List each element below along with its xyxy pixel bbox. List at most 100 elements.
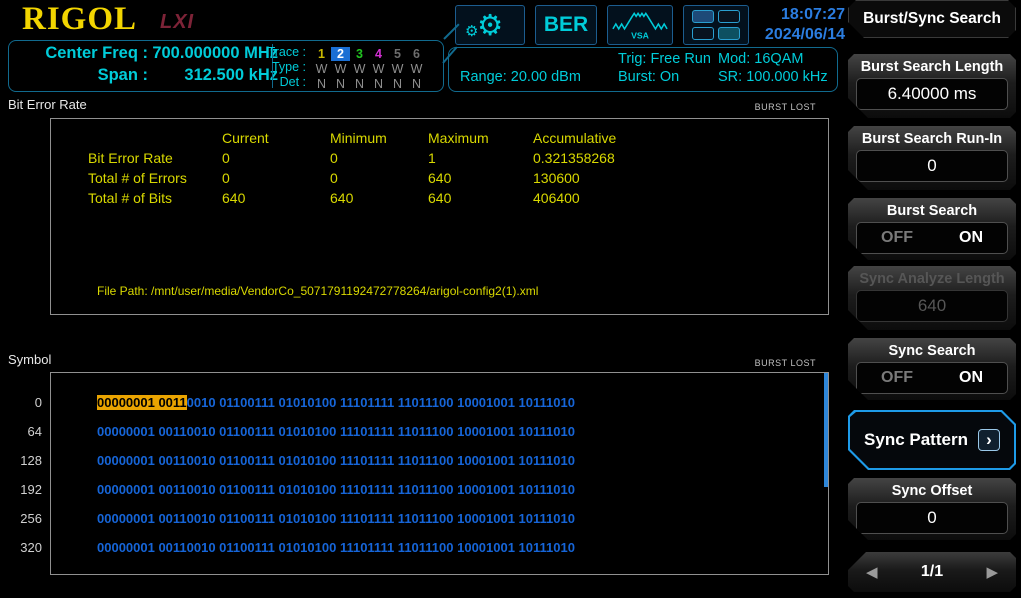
sync-analyze-length-value: 640 bbox=[856, 290, 1008, 322]
type-6: W bbox=[410, 62, 423, 76]
trace-dets: NNNNNN bbox=[312, 75, 426, 93]
system-settings-button[interactable]: ⚙ ⚙ bbox=[455, 5, 525, 45]
symbol-row: 00000001 00110010 01100111 01010100 1110… bbox=[97, 453, 575, 468]
sync-analyze-length-button: Sync Analyze Length 640 bbox=[848, 266, 1016, 330]
symbol-row: 00000001 00110010 01100111 01010100 1110… bbox=[97, 540, 575, 555]
date: 2024/06/14 bbox=[764, 26, 845, 43]
vsa-waveform-icon: VSA bbox=[612, 12, 668, 41]
menu-page-nav: ◀ 1/1 ▶ bbox=[848, 552, 1016, 592]
det-3: N bbox=[354, 77, 365, 91]
trace-label: Trace : bbox=[267, 45, 306, 59]
type-5: W bbox=[391, 62, 404, 76]
ber-col-maximum: Maximum bbox=[428, 130, 489, 146]
type-3: W bbox=[353, 62, 366, 76]
trace-6: 6 bbox=[413, 47, 420, 61]
type-4: W bbox=[372, 62, 385, 76]
ber-col-minimum: Minimum bbox=[330, 130, 387, 146]
burst-search-toggle-button[interactable]: Burst Search OFF ON bbox=[848, 198, 1016, 260]
sync-offset-label: Sync Offset bbox=[891, 483, 973, 499]
type-1: W bbox=[315, 62, 328, 76]
softkey-menu: Burst/Sync Search Burst Search Length 6.… bbox=[846, 0, 1021, 598]
det-1: N bbox=[316, 77, 327, 91]
symbol-scrollbar-thumb[interactable] bbox=[824, 373, 828, 487]
vsa-label: VSA bbox=[631, 31, 650, 41]
vsa-mode-button[interactable]: VSA bbox=[607, 5, 673, 45]
sync-offset-value: 0 bbox=[856, 502, 1008, 534]
trace-1: 1 bbox=[318, 47, 325, 61]
symbol-burst-lost-status: BURST LOST bbox=[754, 358, 816, 368]
sync-pattern-label: Sync Pattern bbox=[864, 430, 968, 449]
det-label: Det : bbox=[279, 75, 306, 89]
ber-value: 406400 bbox=[533, 190, 580, 206]
ber-value: 0.321358268 bbox=[533, 150, 615, 166]
ber-row-label: Total # of Bits bbox=[88, 190, 173, 206]
sync-analyze-length-label: Sync Analyze Length bbox=[859, 271, 1005, 287]
page-next-icon[interactable]: ▶ bbox=[986, 563, 998, 581]
symbol-bits: 0010 01100111 01010100 11101111 11011100… bbox=[186, 395, 575, 410]
windows-icon bbox=[692, 10, 740, 40]
type-2: W bbox=[334, 62, 347, 76]
symbol-row: 00000001 00110010 01100111 01010100 1110… bbox=[97, 424, 575, 439]
sync-search-on: ON bbox=[959, 369, 983, 386]
symbol-section-title: Symbol bbox=[8, 352, 52, 367]
ber-section-title: Bit Error Rate bbox=[8, 97, 87, 112]
clock: 18:07:27 2024/06/14 bbox=[742, 5, 845, 45]
ber-row-label: Total # of Errors bbox=[88, 170, 187, 186]
trace-4: 4 bbox=[375, 47, 382, 61]
page-indicator: 1/1 bbox=[920, 563, 944, 580]
mod-readout: Mod: 16QAM bbox=[718, 51, 804, 67]
sync-offset-button[interactable]: Sync Offset 0 bbox=[848, 478, 1016, 540]
ber-value: 640 bbox=[428, 170, 452, 186]
gear-small-icon: ⚙ bbox=[465, 22, 479, 40]
sync-search-toggle-button[interactable]: Sync Search OFF ON bbox=[848, 338, 1016, 400]
symbol-index: 192 bbox=[20, 482, 42, 497]
center-freq-label: Center Freq : bbox=[45, 44, 148, 62]
time: 18:07:27 bbox=[780, 6, 845, 23]
ber-value: 0 bbox=[222, 170, 230, 186]
trig-readout: Trig: Free Run bbox=[618, 51, 711, 67]
sync-pattern-button[interactable]: Sync Pattern › bbox=[848, 410, 1016, 470]
submenu-arrow-icon: › bbox=[978, 429, 1000, 451]
burst-search-label: Burst Search bbox=[886, 203, 978, 219]
symbol-sync-highlight: 00000001 0011 bbox=[97, 395, 187, 410]
range-readout: Range: 20.00 dBm bbox=[460, 69, 581, 85]
rigol-logo: RIGOL bbox=[22, 1, 138, 37]
ber-col-current: Current bbox=[222, 130, 269, 146]
sync-search-label: Sync Search bbox=[888, 343, 976, 359]
burst-search-run-in-button[interactable]: Burst Search Run-In 0 bbox=[848, 126, 1016, 190]
symbol-index: 0 bbox=[34, 395, 42, 410]
symbol-index: 320 bbox=[20, 540, 42, 555]
lxi-badge: LXI bbox=[160, 11, 195, 33]
file-path: File Path: /mnt/user/media/VendorCo_5071… bbox=[97, 284, 539, 298]
ber-value: 1 bbox=[428, 150, 436, 166]
ber-value: 0 bbox=[330, 150, 338, 166]
type-label: Type : bbox=[271, 60, 306, 74]
burst-readout: Burst: On bbox=[618, 69, 680, 85]
det-2: N bbox=[335, 77, 346, 91]
burst-search-run-in-label: Burst Search Run-In bbox=[861, 131, 1003, 147]
window-layout-button[interactable] bbox=[683, 5, 749, 45]
page-prev-icon[interactable]: ◀ bbox=[866, 563, 878, 581]
ber-value: 0 bbox=[330, 170, 338, 186]
burst-search-length-button[interactable]: Burst Search Length 6.40000 ms bbox=[848, 54, 1016, 118]
symbol-row: 00000001 00110010 01100111 01010100 1110… bbox=[97, 511, 575, 526]
ber-burst-lost-status: BURST LOST bbox=[754, 102, 816, 112]
ber-button-label: BER bbox=[543, 13, 589, 36]
symbol-index: 128 bbox=[20, 453, 42, 468]
ber-value: 640 bbox=[330, 190, 354, 206]
symbol-index: 256 bbox=[20, 511, 42, 526]
menu-title: Burst/Sync Search bbox=[848, 0, 1016, 38]
sync-search-off: OFF bbox=[881, 369, 913, 386]
sr-readout: SR: 100.000 kHz bbox=[718, 69, 828, 85]
trace-3: 3 bbox=[356, 47, 363, 61]
burst-search-run-in-value: 0 bbox=[856, 150, 1008, 182]
ber-mode-button[interactable]: BER bbox=[535, 5, 597, 45]
symbol-row: 00000001 00110010 01100111 01010100 1110… bbox=[97, 482, 575, 497]
det-6: N bbox=[411, 77, 422, 91]
det-4: N bbox=[373, 77, 384, 91]
burst-search-length-value: 6.40000 ms bbox=[856, 78, 1008, 110]
ber-row-label: Bit Error Rate bbox=[88, 150, 173, 166]
symbol-row: 00000001 00110010 01100111 01010100 1110… bbox=[97, 395, 575, 410]
ber-value: 640 bbox=[428, 190, 452, 206]
gear-icon: ⚙ bbox=[477, 7, 503, 42]
